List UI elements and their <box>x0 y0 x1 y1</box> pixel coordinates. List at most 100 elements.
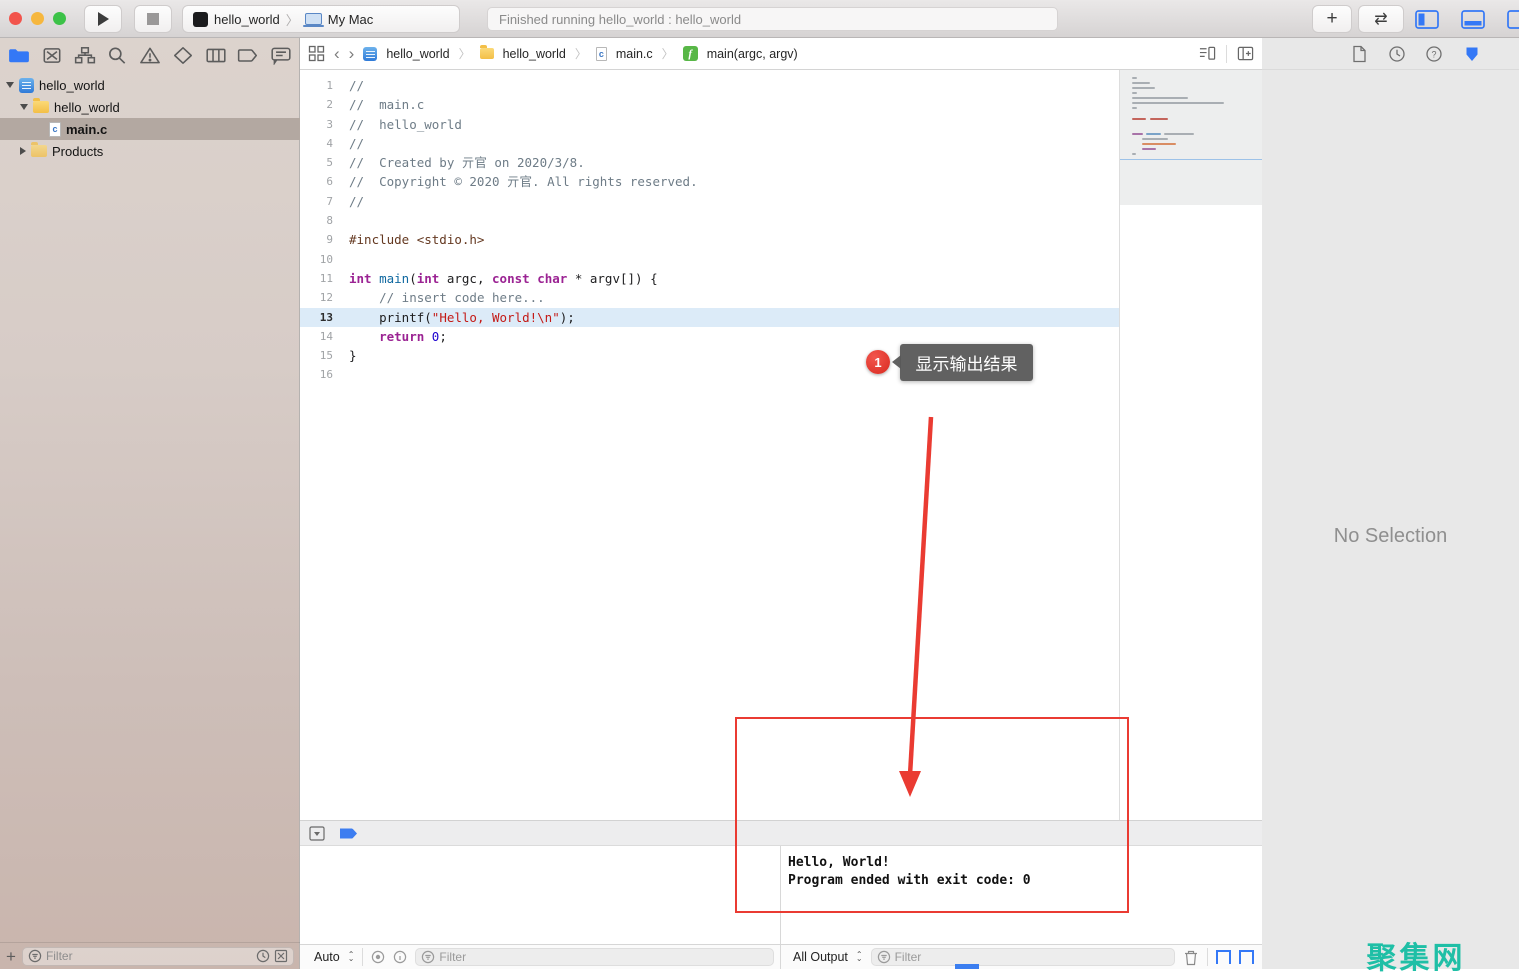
info-icon[interactable] <box>393 950 407 964</box>
history-inspector-icon[interactable] <box>1388 45 1406 63</box>
zoom-window-button[interactable] <box>53 12 66 25</box>
file-inspector-icon[interactable] <box>1350 45 1368 63</box>
code-line[interactable]: 3// hello_world <box>300 115 1119 134</box>
code-line[interactable]: 12 // insert code here... <box>300 288 1119 307</box>
code-line[interactable]: 10 <box>300 250 1119 269</box>
issue-navigator-icon[interactable] <box>139 46 161 65</box>
marker-inspector-icon[interactable] <box>1463 45 1481 63</box>
stepper-icon[interactable]: ⌃⌄ <box>856 953 863 962</box>
line-number[interactable]: 9 <box>300 230 341 249</box>
code-line[interactable]: 1// <box>300 76 1119 95</box>
code-line[interactable]: 5// Created by 亓官 on 2020/3/8. <box>300 153 1119 172</box>
disclosure-triangle-icon[interactable] <box>20 147 26 155</box>
related-items-icon[interactable] <box>308 45 325 62</box>
line-number[interactable]: 11 <box>300 269 341 288</box>
library-add-button[interactable]: + <box>1312 5 1352 33</box>
code-line[interactable]: 13 printf("Hello, World!\n"); <box>300 308 1119 327</box>
variables-view[interactable] <box>300 846 780 944</box>
report-navigator-icon[interactable] <box>270 46 292 65</box>
clear-console-trash-icon[interactable] <box>1183 949 1199 966</box>
code-line[interactable]: 11int main(int argc, const char * argv[]… <box>300 269 1119 288</box>
source-editor[interactable]: 1//2// main.c3// hello_world4//5// Creat… <box>300 70 1119 820</box>
find-navigator-icon[interactable] <box>106 46 128 65</box>
quicklook-eye-icon[interactable] <box>371 950 385 964</box>
test-navigator-icon[interactable] <box>172 46 194 65</box>
recent-files-clock-icon[interactable] <box>256 949 270 963</box>
debug-console[interactable]: Hello, World! Program ended with exit co… <box>780 846 1262 944</box>
line-number[interactable]: 14 <box>300 327 341 346</box>
run-button[interactable] <box>84 5 122 33</box>
toggle-navigator-button[interactable] <box>1412 8 1442 31</box>
show-console-toggle[interactable] <box>1239 950 1254 964</box>
add-editor-icon[interactable] <box>1237 45 1254 62</box>
code-line[interactable]: 9#include <stdio.h> <box>300 230 1119 249</box>
console-output-popup[interactable]: All Output <box>793 950 848 964</box>
breadcrumb-group[interactable]: hello_world <box>503 47 566 61</box>
breadcrumb-symbol[interactable]: main(argc, argv) <box>707 47 798 61</box>
annotation-tooltip: 显示输出结果 <box>900 344 1033 381</box>
line-number[interactable]: 16 <box>300 365 341 384</box>
line-number[interactable]: 13 <box>300 308 341 327</box>
quick-help-inspector-icon[interactable]: ? <box>1425 45 1443 63</box>
line-number[interactable]: 2 <box>300 95 341 114</box>
line-number[interactable]: 1 <box>300 76 341 95</box>
scheme-selector[interactable]: hello_world 〉 My Mac <box>182 5 460 33</box>
disclosure-triangle-icon[interactable] <box>6 82 14 88</box>
code-line[interactable]: 8 <box>300 211 1119 230</box>
debug-navigator-icon[interactable] <box>205 46 227 65</box>
back-button[interactable]: ‹ <box>334 45 340 62</box>
line-number[interactable]: 6 <box>300 172 341 191</box>
tree-item-project[interactable]: hello_world <box>0 74 300 96</box>
line-number[interactable]: 4 <box>300 134 341 153</box>
symbol-navigator-icon[interactable] <box>74 46 96 65</box>
editor-options-icon[interactable] <box>1199 45 1216 62</box>
variables-scope-popup[interactable]: Auto <box>314 950 340 964</box>
divider <box>1226 45 1227 63</box>
hide-debug-area-icon[interactable] <box>309 826 325 841</box>
breakpoints-toggle-icon[interactable] <box>339 827 358 840</box>
show-variables-view-toggle[interactable] <box>1216 950 1231 964</box>
folder-icon <box>480 48 494 59</box>
code-line[interactable]: 6// Copyright © 2020 亓官. All rights rese… <box>300 172 1119 191</box>
line-number[interactable]: 15 <box>300 346 341 365</box>
code-line[interactable]: 7// <box>300 192 1119 211</box>
breakpoint-navigator-icon[interactable] <box>237 46 259 65</box>
line-number[interactable]: 10 <box>300 250 341 269</box>
source-control-navigator-icon[interactable] <box>41 46 63 65</box>
variables-filter-input[interactable] <box>439 950 768 964</box>
minimize-window-button[interactable] <box>31 12 44 25</box>
line-number[interactable]: 8 <box>300 211 341 230</box>
project-navigator-icon[interactable] <box>8 46 30 65</box>
close-window-button[interactable] <box>9 12 22 25</box>
console-filter-input[interactable] <box>895 950 1169 964</box>
line-number[interactable]: 5 <box>300 153 341 172</box>
source-control-status-icon[interactable] <box>274 949 288 963</box>
line-number[interactable]: 12 <box>300 288 341 307</box>
toggle-inspector-button[interactable] <box>1504 8 1519 31</box>
variables-filter-field[interactable] <box>415 948 774 966</box>
code-line[interactable]: 2// main.c <box>300 95 1119 114</box>
tree-item-products[interactable]: Products <box>0 140 300 162</box>
focus-indicator-strip <box>955 964 979 969</box>
breadcrumb-project[interactable]: hello_world <box>386 47 449 61</box>
navigator-filter-input[interactable] <box>46 949 252 963</box>
stepper-icon[interactable]: ⌃⌄ <box>348 953 355 962</box>
folder-icon <box>31 145 47 157</box>
code-line[interactable]: 4// <box>300 134 1119 153</box>
code-text: // main.c <box>341 95 424 114</box>
editor-swap-button[interactable]: ⇄ <box>1358 5 1404 33</box>
forward-button[interactable]: › <box>349 45 355 62</box>
line-number[interactable]: 7 <box>300 192 341 211</box>
add-file-button[interactable]: + <box>6 948 16 965</box>
minimap[interactable] <box>1119 70 1262 820</box>
disclosure-triangle-icon[interactable] <box>20 104 28 110</box>
line-number[interactable]: 3 <box>300 115 341 134</box>
navigator-filter-field[interactable] <box>22 947 294 966</box>
code-text: // <box>341 76 364 95</box>
toggle-debug-area-button[interactable] <box>1458 8 1488 31</box>
stop-button[interactable] <box>134 5 172 33</box>
breadcrumb-file[interactable]: main.c <box>616 47 653 61</box>
tree-item-group[interactable]: hello_world <box>0 96 300 118</box>
tree-item-file-selected[interactable]: c main.c <box>0 118 300 140</box>
console-filter-field[interactable] <box>871 948 1175 966</box>
